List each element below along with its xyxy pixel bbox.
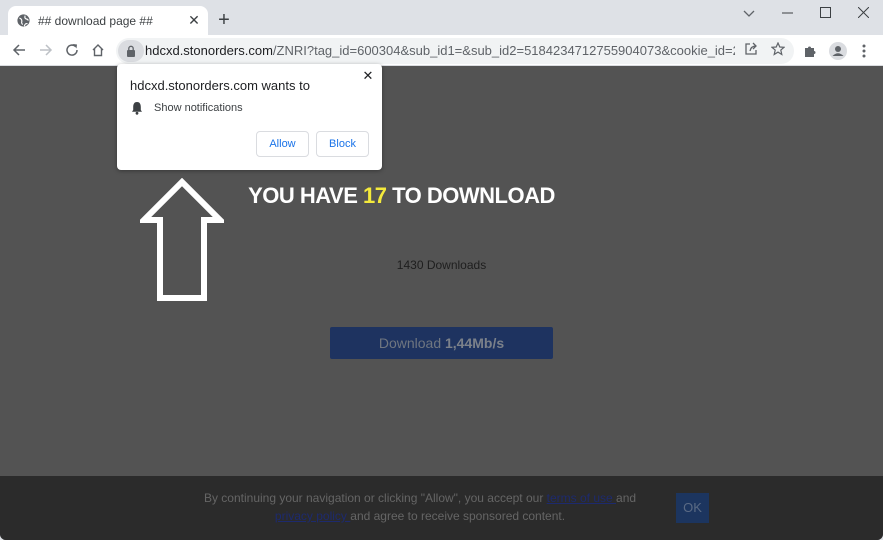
profile-icon xyxy=(829,42,847,60)
reload-button[interactable] xyxy=(62,40,82,60)
cookie-text: By continuing your navigation or clickin… xyxy=(185,489,655,525)
block-button[interactable]: Block xyxy=(316,131,369,157)
url-host: hdcxd.stonorders.com xyxy=(145,43,273,58)
reload-icon xyxy=(66,44,78,56)
site-info-button[interactable] xyxy=(118,40,144,62)
terms-of-use-link[interactable]: terms of use xyxy=(547,491,616,505)
lock-icon xyxy=(127,45,135,57)
download-speed: 1,44Mb/s xyxy=(445,335,505,351)
new-tab-button[interactable]: + xyxy=(215,10,233,30)
tab-download-page[interactable]: ## download page ## ✕ xyxy=(8,6,208,35)
extensions-button[interactable] xyxy=(801,41,821,61)
notification-permission-popup: hdcxd.stonorders.com wants to ✕ Show not… xyxy=(117,64,382,170)
privacy-policy-link[interactable]: privacy policy xyxy=(275,509,350,523)
forward-button[interactable] xyxy=(36,40,56,60)
download-button[interactable]: Download 1,44Mb/s xyxy=(330,327,553,359)
puzzle-icon xyxy=(805,46,816,57)
home-button[interactable] xyxy=(88,40,108,60)
maximize-button[interactable] xyxy=(813,4,837,22)
cookie-text-middle: and xyxy=(616,491,637,505)
popup-close-icon[interactable]: ✕ xyxy=(360,68,376,84)
cookie-text-before: By continuing your navigation or clickin… xyxy=(203,491,547,505)
tab-close-icon[interactable]: ✕ xyxy=(186,12,202,28)
browser-window: ## download page ## ✕ + hdcxd.stonorders… xyxy=(0,0,883,540)
star-icon xyxy=(770,41,786,56)
back-button[interactable] xyxy=(9,40,29,60)
file-count: 17 xyxy=(363,183,387,208)
popup-title: hdcxd.stonorders.com wants to xyxy=(130,78,310,93)
arrow-left-icon xyxy=(12,44,25,56)
share-icon xyxy=(745,42,757,55)
minimize-icon xyxy=(781,12,793,14)
bookmark-button[interactable] xyxy=(769,41,787,60)
share-button[interactable] xyxy=(742,42,760,60)
tab-strip: ## download page ## ✕ + xyxy=(0,0,883,35)
menu-button[interactable] xyxy=(854,41,874,61)
headline-suffix: TO DOWNLOAD xyxy=(386,183,555,208)
headline-prefix: YOU HAVE xyxy=(248,183,364,208)
tab-search-button[interactable] xyxy=(737,4,761,22)
downloads-count: 1430 Downloads xyxy=(396,258,487,272)
download-headline: YOU HAVE 17 TO DOWNLOAD xyxy=(0,183,843,209)
window-close-button[interactable] xyxy=(851,4,875,22)
maximize-icon xyxy=(819,7,831,18)
close-icon xyxy=(857,6,869,19)
profile-button[interactable] xyxy=(828,41,848,61)
globe-icon xyxy=(17,14,30,27)
bell-icon xyxy=(132,102,142,115)
cookie-ok-button[interactable]: OK xyxy=(676,493,709,523)
cookie-text-after: and agree to receive sponsored content. xyxy=(350,509,566,523)
permission-label: Show notifications xyxy=(154,102,243,114)
tab-title: ## download page ## xyxy=(38,14,153,28)
download-button-label: Download xyxy=(378,335,445,351)
home-icon xyxy=(92,44,104,57)
url-text[interactable]: hdcxd.stonorders.com/ZNRI?tag_id=600304&… xyxy=(145,43,735,58)
address-bar[interactable]: hdcxd.stonorders.com/ZNRI?tag_id=600304&… xyxy=(116,38,794,64)
url-path: /ZNRI?tag_id=600304&sub_id1=&sub_id2=518… xyxy=(272,43,735,58)
chevron-down-icon xyxy=(743,10,755,17)
browser-toolbar: hdcxd.stonorders.com/ZNRI?tag_id=600304&… xyxy=(0,35,883,66)
minimize-button[interactable] xyxy=(775,4,799,22)
kebab-menu-icon xyxy=(862,44,866,58)
arrow-right-icon xyxy=(40,44,53,56)
allow-button[interactable]: Allow xyxy=(256,131,309,157)
cookie-consent-bar: By continuing your navigation or clickin… xyxy=(0,476,883,540)
